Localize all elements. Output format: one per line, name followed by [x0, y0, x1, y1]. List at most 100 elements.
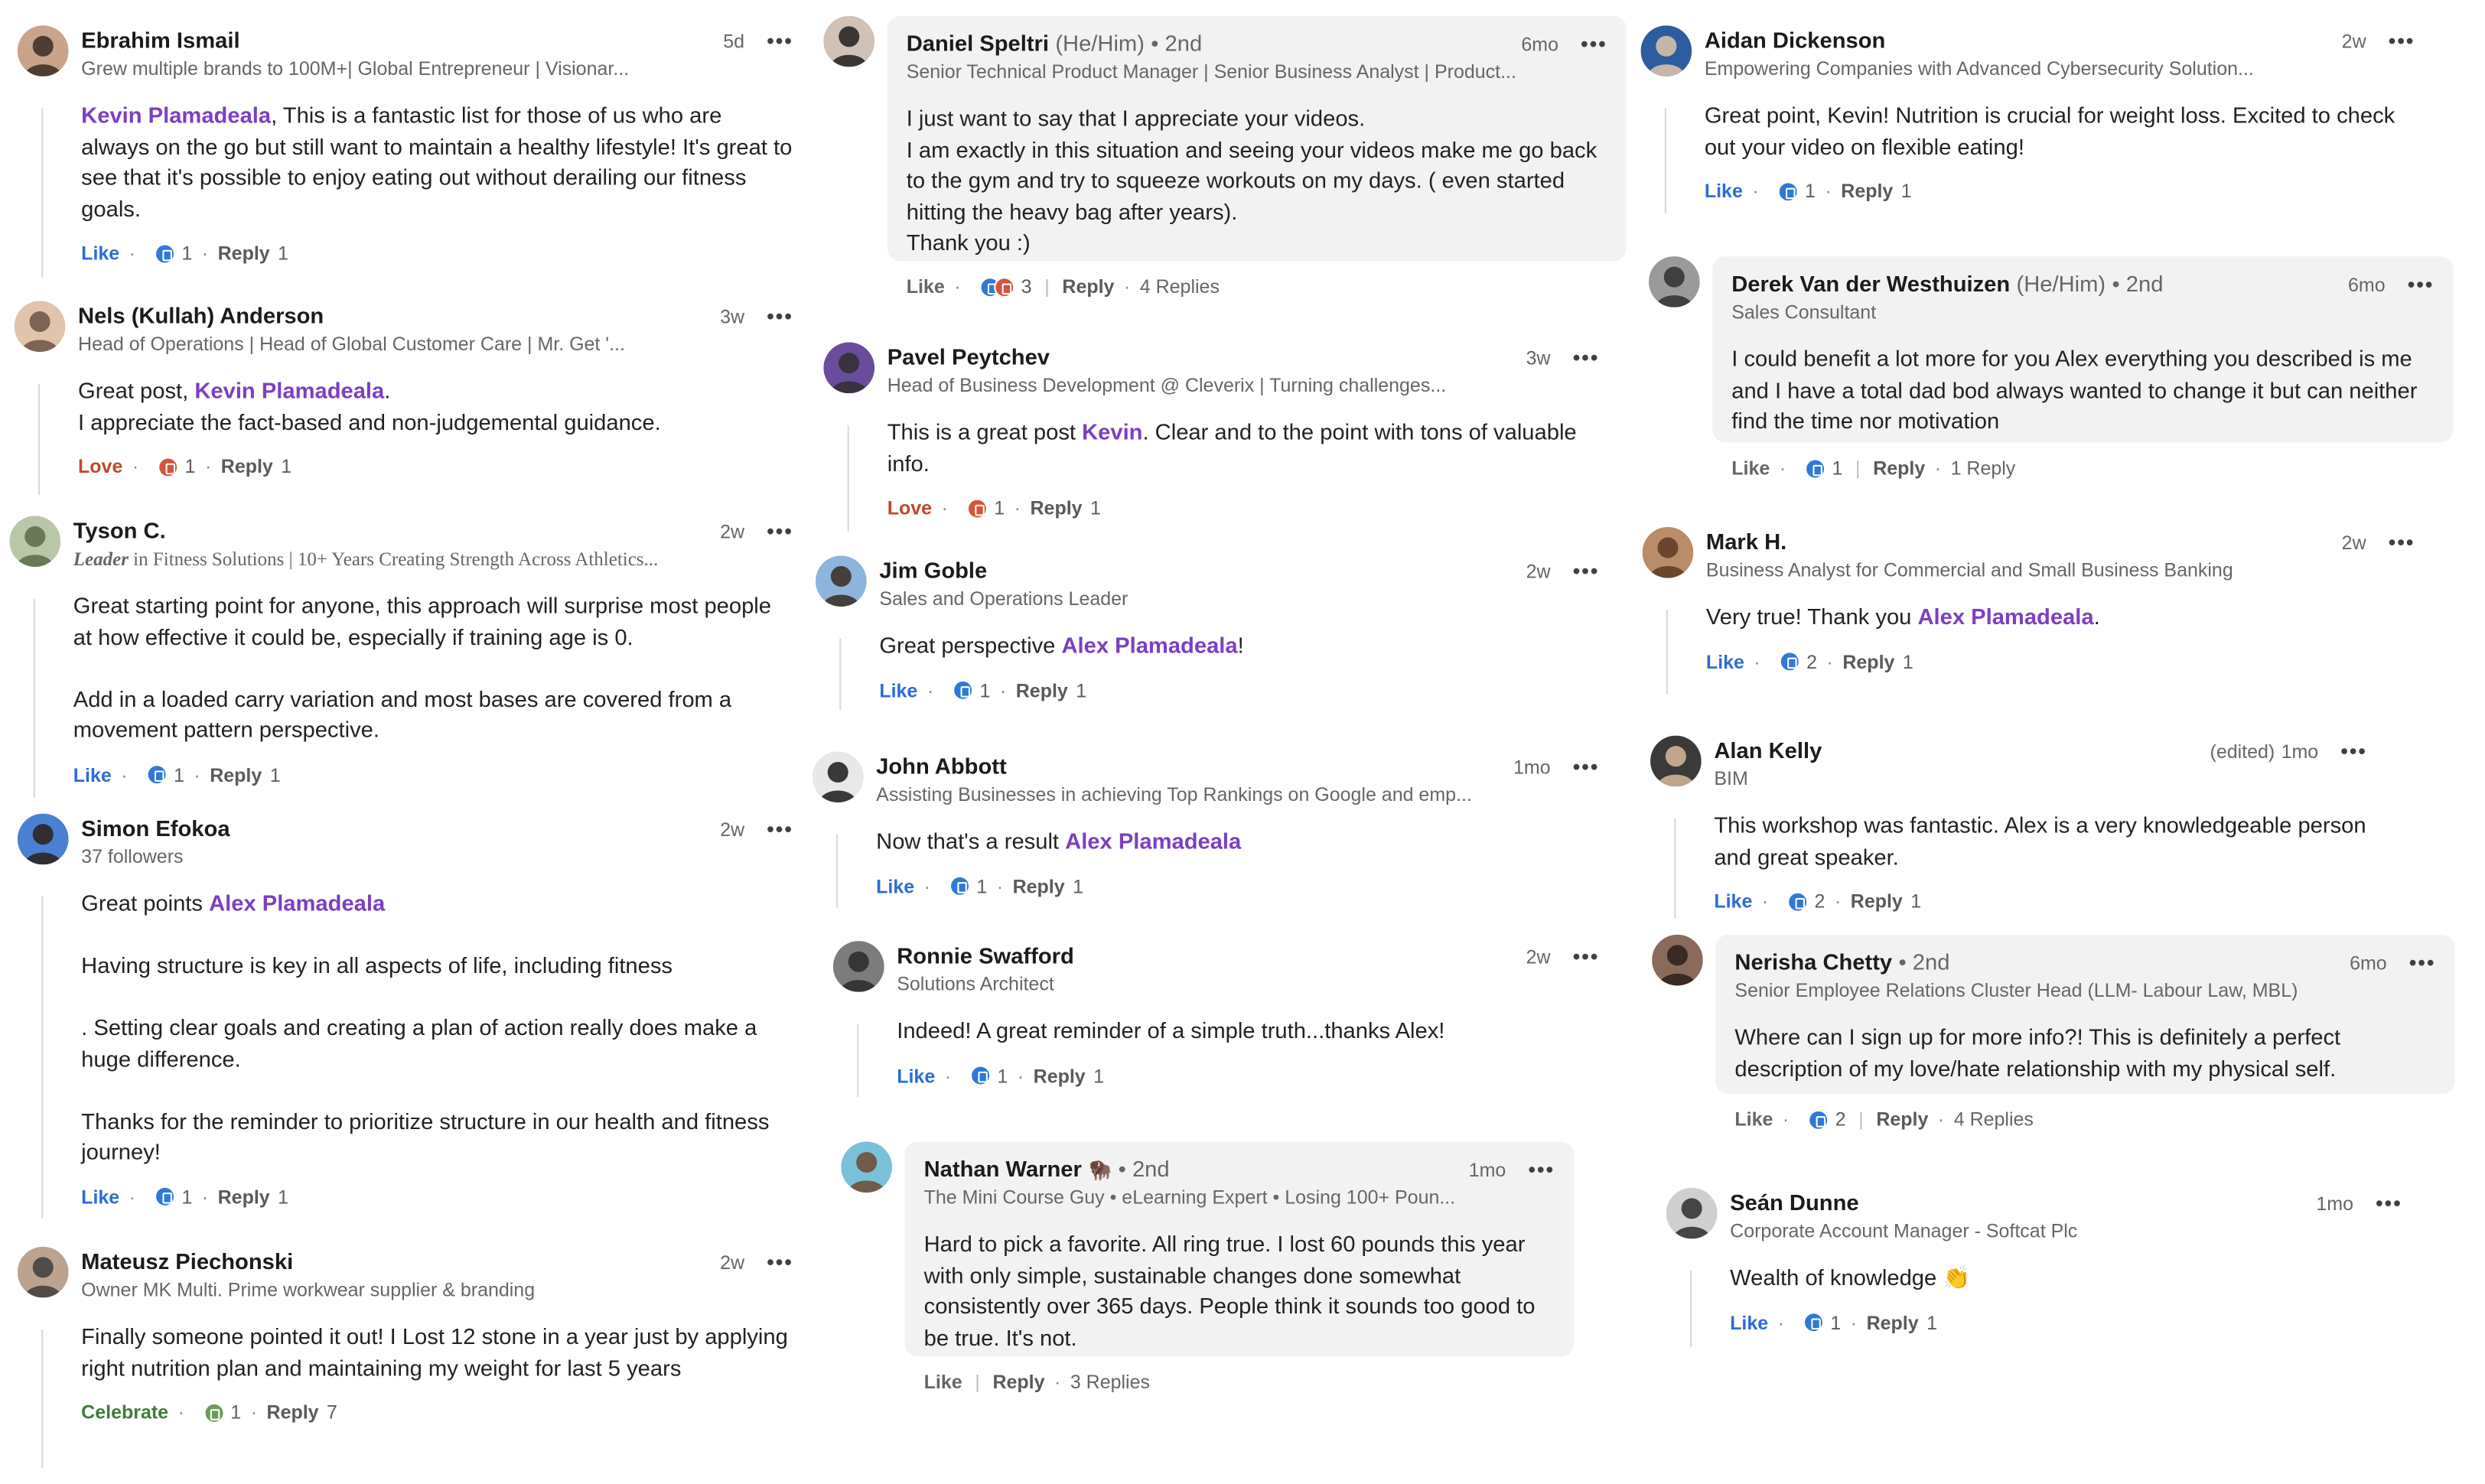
- avatar[interactable]: [816, 555, 867, 607]
- author-name[interactable]: Jim Goble: [879, 555, 987, 584]
- author-name[interactable]: Alan Kelly: [1714, 736, 1822, 764]
- load-replies-link[interactable]: 3 Replies: [1070, 1371, 1150, 1393]
- react-button[interactable]: Like: [907, 275, 945, 298]
- reaction-summary[interactable]: 2: [1808, 1108, 1846, 1131]
- avatar[interactable]: [14, 301, 66, 353]
- author-name[interactable]: Mark H.: [1706, 527, 1786, 555]
- avatar[interactable]: [812, 751, 864, 803]
- react-button[interactable]: Like: [1705, 180, 1743, 202]
- mention-link[interactable]: Alex Plamadeala: [209, 890, 385, 916]
- reply-button[interactable]: Reply: [1842, 650, 1894, 672]
- reply-button[interactable]: Reply: [992, 1371, 1044, 1393]
- reaction-summary[interactable]: 3: [979, 275, 1032, 298]
- reply-button[interactable]: Reply: [221, 455, 273, 477]
- reaction-summary[interactable]: 2: [1779, 650, 1817, 672]
- mention-link[interactable]: Kevin Plamadeala: [81, 102, 271, 127]
- reaction-summary[interactable]: 1: [146, 763, 184, 786]
- reaction-summary[interactable]: 1: [966, 496, 1005, 519]
- more-options-icon[interactable]: •••: [1573, 344, 1600, 373]
- author-name[interactable]: Seán Dunne: [1730, 1188, 1858, 1216]
- reply-button[interactable]: Reply: [1031, 496, 1083, 519]
- reaction-summary[interactable]: 1: [970, 1064, 1008, 1087]
- load-replies-link[interactable]: 1 Reply: [1951, 457, 2016, 479]
- more-options-icon[interactable]: •••: [2408, 271, 2435, 299]
- mention-link[interactable]: Alex Plamadeala: [1065, 828, 1241, 853]
- react-button[interactable]: Like: [1714, 890, 1752, 913]
- avatar[interactable]: [1640, 25, 1692, 76]
- avatar[interactable]: [823, 15, 875, 67]
- load-replies-link[interactable]: 4 Replies: [1140, 275, 1220, 298]
- avatar[interactable]: [17, 1246, 69, 1298]
- react-button[interactable]: Like: [73, 763, 112, 786]
- author-name[interactable]: Derek Van der Westhuizen: [1731, 269, 2010, 298]
- react-button[interactable]: Like: [81, 242, 119, 264]
- avatar[interactable]: [1642, 526, 1694, 578]
- author-name[interactable]: Aidan Dickenson: [1705, 25, 1886, 54]
- mention-link[interactable]: Alex Plamadeala: [1061, 632, 1237, 657]
- author-name[interactable]: Daniel Speltri: [907, 28, 1049, 57]
- more-options-icon[interactable]: •••: [1528, 1156, 1555, 1184]
- author-name[interactable]: Simon Efokoa: [81, 814, 230, 842]
- more-options-icon[interactable]: •••: [767, 1248, 793, 1277]
- author-name[interactable]: Nerisha Chetty: [1734, 947, 1892, 975]
- author-name[interactable]: Pavel Peytchev: [888, 343, 1050, 371]
- react-button[interactable]: Like: [1730, 1311, 1768, 1333]
- reply-button[interactable]: Reply: [1013, 875, 1065, 897]
- avatar[interactable]: [1666, 1187, 1718, 1239]
- more-options-icon[interactable]: •••: [2389, 529, 2415, 557]
- reply-button[interactable]: Reply: [1062, 275, 1114, 298]
- reaction-summary[interactable]: 1: [949, 875, 987, 897]
- more-options-icon[interactable]: •••: [1573, 753, 1600, 782]
- mention-link[interactable]: Kevin: [1082, 418, 1142, 444]
- reaction-summary[interactable]: 1: [154, 242, 192, 265]
- more-options-icon[interactable]: •••: [767, 517, 793, 545]
- react-button[interactable]: Like: [81, 1186, 119, 1208]
- author-name[interactable]: Ronnie Swafford: [897, 941, 1074, 969]
- reply-button[interactable]: Reply: [210, 763, 262, 786]
- reply-button[interactable]: Reply: [1016, 679, 1068, 701]
- react-button[interactable]: Love: [888, 496, 932, 519]
- author-name[interactable]: Nels (Kullah) Anderson: [78, 301, 324, 329]
- avatar[interactable]: [1650, 735, 1702, 787]
- reply-button[interactable]: Reply: [218, 242, 270, 264]
- react-button[interactable]: Like: [1706, 650, 1744, 672]
- author-name[interactable]: Tyson C.: [73, 516, 166, 544]
- more-options-icon[interactable]: •••: [2376, 1189, 2402, 1218]
- reply-button[interactable]: Reply: [1841, 180, 1893, 202]
- author-name[interactable]: Ebrahim Ismail: [81, 25, 239, 54]
- author-name[interactable]: Mateusz Piechonski: [81, 1247, 293, 1275]
- reply-button[interactable]: Reply: [267, 1401, 319, 1424]
- react-button[interactable]: Like: [879, 679, 917, 701]
- reply-button[interactable]: Reply: [218, 1186, 270, 1208]
- load-replies-link[interactable]: 4 Replies: [1954, 1108, 2034, 1131]
- more-options-icon[interactable]: •••: [767, 27, 793, 55]
- avatar[interactable]: [1652, 934, 1703, 986]
- avatar[interactable]: [823, 342, 875, 394]
- author-name[interactable]: Nathan Warner: [924, 1154, 1082, 1183]
- react-button[interactable]: Like: [1731, 457, 1770, 479]
- reaction-summary[interactable]: 1: [154, 1186, 192, 1208]
- more-options-icon[interactable]: •••: [1581, 31, 1607, 59]
- more-options-icon[interactable]: •••: [2409, 949, 2436, 978]
- mention-link[interactable]: Kevin Plamadeala: [194, 377, 384, 402]
- reaction-summary[interactable]: 1: [1803, 1311, 1841, 1333]
- reply-button[interactable]: Reply: [1873, 457, 1925, 479]
- react-button[interactable]: Celebrate: [81, 1401, 168, 1424]
- avatar[interactable]: [9, 516, 61, 568]
- reaction-summary[interactable]: 1: [953, 679, 990, 701]
- avatar[interactable]: [832, 941, 884, 992]
- react-button[interactable]: Love: [78, 455, 122, 477]
- react-button[interactable]: Like: [1734, 1108, 1773, 1131]
- reply-button[interactable]: Reply: [1867, 1311, 1919, 1333]
- avatar[interactable]: [841, 1141, 892, 1193]
- reaction-summary[interactable]: 1: [203, 1401, 241, 1424]
- more-options-icon[interactable]: •••: [2340, 737, 2367, 766]
- reaction-summary[interactable]: 1: [1777, 180, 1816, 202]
- avatar[interactable]: [1648, 256, 1700, 308]
- reply-button[interactable]: Reply: [1851, 890, 1903, 913]
- more-options-icon[interactable]: •••: [2389, 27, 2415, 55]
- more-options-icon[interactable]: •••: [767, 815, 793, 844]
- more-options-icon[interactable]: •••: [1573, 942, 1600, 971]
- reaction-summary[interactable]: 2: [1787, 890, 1825, 913]
- reaction-summary[interactable]: 1: [158, 455, 195, 477]
